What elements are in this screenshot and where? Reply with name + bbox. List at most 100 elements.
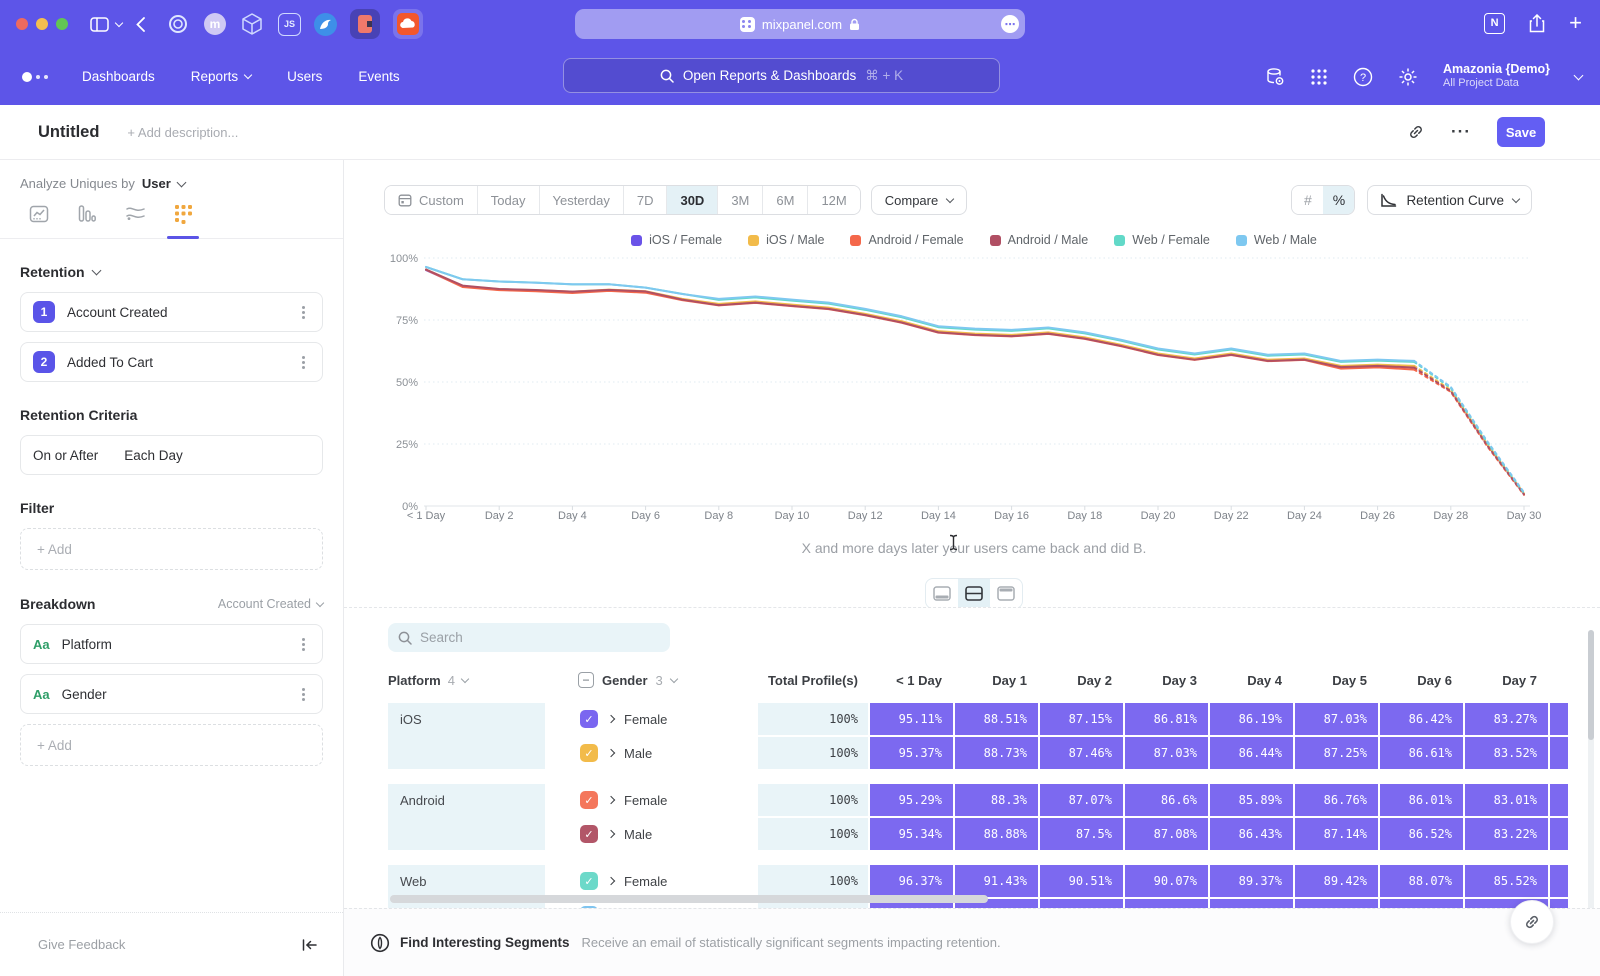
new-tab-icon[interactable]: + — [1569, 12, 1582, 34]
settings-gear-icon[interactable] — [1398, 67, 1418, 87]
retention-value-cell[interactable]: 91.43% — [955, 865, 1038, 897]
breakdown-gender-label[interactable]: Gender — [62, 687, 107, 702]
retention-value-cell[interactable]: 83.01% — [1465, 784, 1548, 816]
report-title[interactable]: Untitled — [38, 123, 99, 142]
retention-value-cell[interactable]: 88.3% — [955, 784, 1038, 816]
gender-column-header[interactable]: − Gender 3 — [556, 672, 758, 688]
step-1-menu-icon[interactable] — [296, 311, 310, 314]
retention-value-cell[interactable]: 88.04% — [1380, 899, 1463, 908]
breakdown-gender-menu-icon[interactable] — [296, 693, 310, 696]
mode-percent[interactable]: % — [1323, 186, 1354, 214]
series-checkbox[interactable]: ✓ — [580, 710, 598, 728]
retention-value-cell[interactable]: 87.07% — [1040, 784, 1123, 816]
retention-value-cell[interactable]: 86.01% — [1380, 784, 1463, 816]
criteria-value[interactable]: Each Day — [124, 448, 183, 463]
retention-value-cell[interactable]: 87.15% — [1040, 703, 1123, 735]
range-3m[interactable]: 3M — [717, 186, 762, 214]
report-description-placeholder[interactable]: + Add description... — [127, 125, 238, 140]
day-column-header[interactable]: Day 1 — [955, 673, 1038, 688]
legend-item[interactable]: Android / Female — [850, 233, 963, 247]
retention-section-title[interactable]: Retention — [20, 264, 323, 280]
retention-value-cell[interactable]: 87.25% — [1295, 737, 1378, 769]
range-7d[interactable]: 7D — [623, 186, 667, 214]
retention-value-cell[interactable]: 87.14% — [1295, 818, 1378, 850]
close-window-icon[interactable] — [16, 18, 28, 30]
step-2-menu-icon[interactable] — [296, 361, 310, 364]
retention-value-cell[interactable]: 86.19% — [1210, 703, 1293, 735]
day-column-header[interactable]: Day 4 — [1210, 673, 1293, 688]
nav-item-reports[interactable]: Reports — [191, 69, 251, 84]
retention-value-cell[interactable]: 86.44% — [1210, 737, 1293, 769]
sidebar-toggle-icon[interactable] — [90, 17, 122, 32]
m-circle-icon[interactable]: m — [204, 13, 226, 35]
step-2-label[interactable]: Added To Cart — [67, 355, 153, 370]
expand-chevron-icon[interactable] — [607, 796, 615, 804]
nav-item-users[interactable]: Users — [287, 69, 322, 84]
day-column-header[interactable]: Day 6 — [1380, 673, 1463, 688]
retention-value-cell[interactable]: 83.27% — [1465, 703, 1548, 735]
day-column-header[interactable]: Day 2 — [1040, 673, 1123, 688]
zoom-window-icon[interactable] — [56, 18, 68, 30]
data-governance-icon[interactable] — [1265, 67, 1285, 87]
cube-icon[interactable] — [239, 11, 265, 37]
breakdown-add-button[interactable]: + Add — [20, 724, 323, 766]
notion-extension-icon[interactable]: N — [1484, 13, 1505, 34]
day-column-header[interactable]: Day 5 — [1295, 673, 1378, 688]
apps-grid-icon[interactable] — [1310, 68, 1328, 86]
soundcloud-icon[interactable] — [393, 9, 423, 39]
nav-item-events[interactable]: Events — [358, 69, 399, 84]
series-checkbox[interactable]: ✓ — [580, 791, 598, 809]
retention-value-cell[interactable]: 86.43% — [1210, 818, 1293, 850]
legend-item[interactable]: Web / Female — [1114, 233, 1210, 247]
retention-value-cell[interactable]: 87.03% — [1125, 737, 1208, 769]
retention-value-cell[interactable]: 85.52% — [1465, 865, 1548, 897]
breakdown-platform-menu-icon[interactable] — [296, 643, 310, 646]
series-checkbox[interactable]: ✓ — [580, 825, 598, 843]
retention-value-cell[interactable]: 95.37% — [870, 737, 953, 769]
platform-column-header[interactable]: Platform 4 — [388, 673, 556, 688]
day-column-header[interactable]: < 1 Day — [870, 673, 953, 688]
retention-criteria-card[interactable]: On or After Each Day — [20, 435, 323, 475]
retention-value-cell[interactable]: 89.4% — [1295, 899, 1378, 908]
layout-chart-focus-button[interactable] — [926, 579, 958, 608]
horizontal-scrollbar[interactable] — [390, 895, 988, 903]
nav-item-dashboards[interactable]: Dashboards — [82, 69, 155, 84]
retention-value-cell[interactable]: 90.07% — [1125, 865, 1208, 897]
range-custom[interactable]: Custom — [385, 186, 477, 214]
series-checkbox[interactable]: ✓ — [580, 744, 598, 762]
retention-value-cell[interactable]: 89.42% — [1295, 865, 1378, 897]
account-switcher[interactable]: Amazonia {Demo} All Project Data — [1443, 62, 1550, 91]
chart-type-dropdown[interactable]: Retention Curve — [1367, 185, 1532, 215]
retention-chart[interactable]: 100%75%50%25%0%< 1 DayDay 2Day 4Day 6Day… — [384, 252, 1564, 524]
retention-value-cell[interactable]: 88.07% — [1380, 865, 1463, 897]
share-link-button[interactable] — [1510, 900, 1554, 944]
legend-item[interactable]: Web / Male — [1236, 233, 1317, 247]
save-button[interactable]: Save — [1497, 117, 1545, 147]
range-today[interactable]: Today — [477, 186, 539, 214]
copy-link-icon[interactable] — [1407, 123, 1425, 141]
breakdown-platform-label[interactable]: Platform — [62, 637, 112, 652]
expand-chevron-icon[interactable] — [607, 830, 615, 838]
more-actions-icon[interactable]: ··· — [1451, 122, 1471, 142]
global-search-input[interactable]: Open Reports & Dashboards ⌘ + K — [563, 58, 1000, 93]
retention-value-cell[interactable]: 86.52% — [1380, 818, 1463, 850]
retention-value-cell[interactable]: 86.6% — [1125, 784, 1208, 816]
retention-value-cell[interactable]: 86.61% — [1380, 737, 1463, 769]
retention-value-cell[interactable]: 90.54% — [1040, 899, 1123, 908]
step-1-label[interactable]: Account Created — [67, 305, 168, 320]
retention-value-cell[interactable]: 86.76% — [1295, 784, 1378, 816]
retention-value-cell[interactable]: 87.03% — [1295, 703, 1378, 735]
retention-value-cell[interactable]: 87.08% — [1125, 818, 1208, 850]
retention-value-cell[interactable]: 85.89% — [1210, 784, 1293, 816]
legend-item[interactable]: iOS / Female — [631, 233, 722, 247]
mixpanel-logo-icon[interactable] — [22, 72, 48, 82]
layout-split-button[interactable] — [958, 579, 990, 608]
analyze-value[interactable]: User — [142, 176, 171, 191]
series-checkbox[interactable]: ✓ — [580, 872, 598, 890]
tab-funnels[interactable] — [74, 204, 100, 238]
compare-button[interactable]: Compare — [871, 185, 967, 215]
url-more-icon[interactable]: ⋯ — [1001, 15, 1019, 33]
retention-value-cell[interactable]: 87.5% — [1040, 818, 1123, 850]
retention-value-cell[interactable]: 90.51% — [1040, 865, 1123, 897]
retention-value-cell[interactable]: 88.73% — [955, 737, 1038, 769]
